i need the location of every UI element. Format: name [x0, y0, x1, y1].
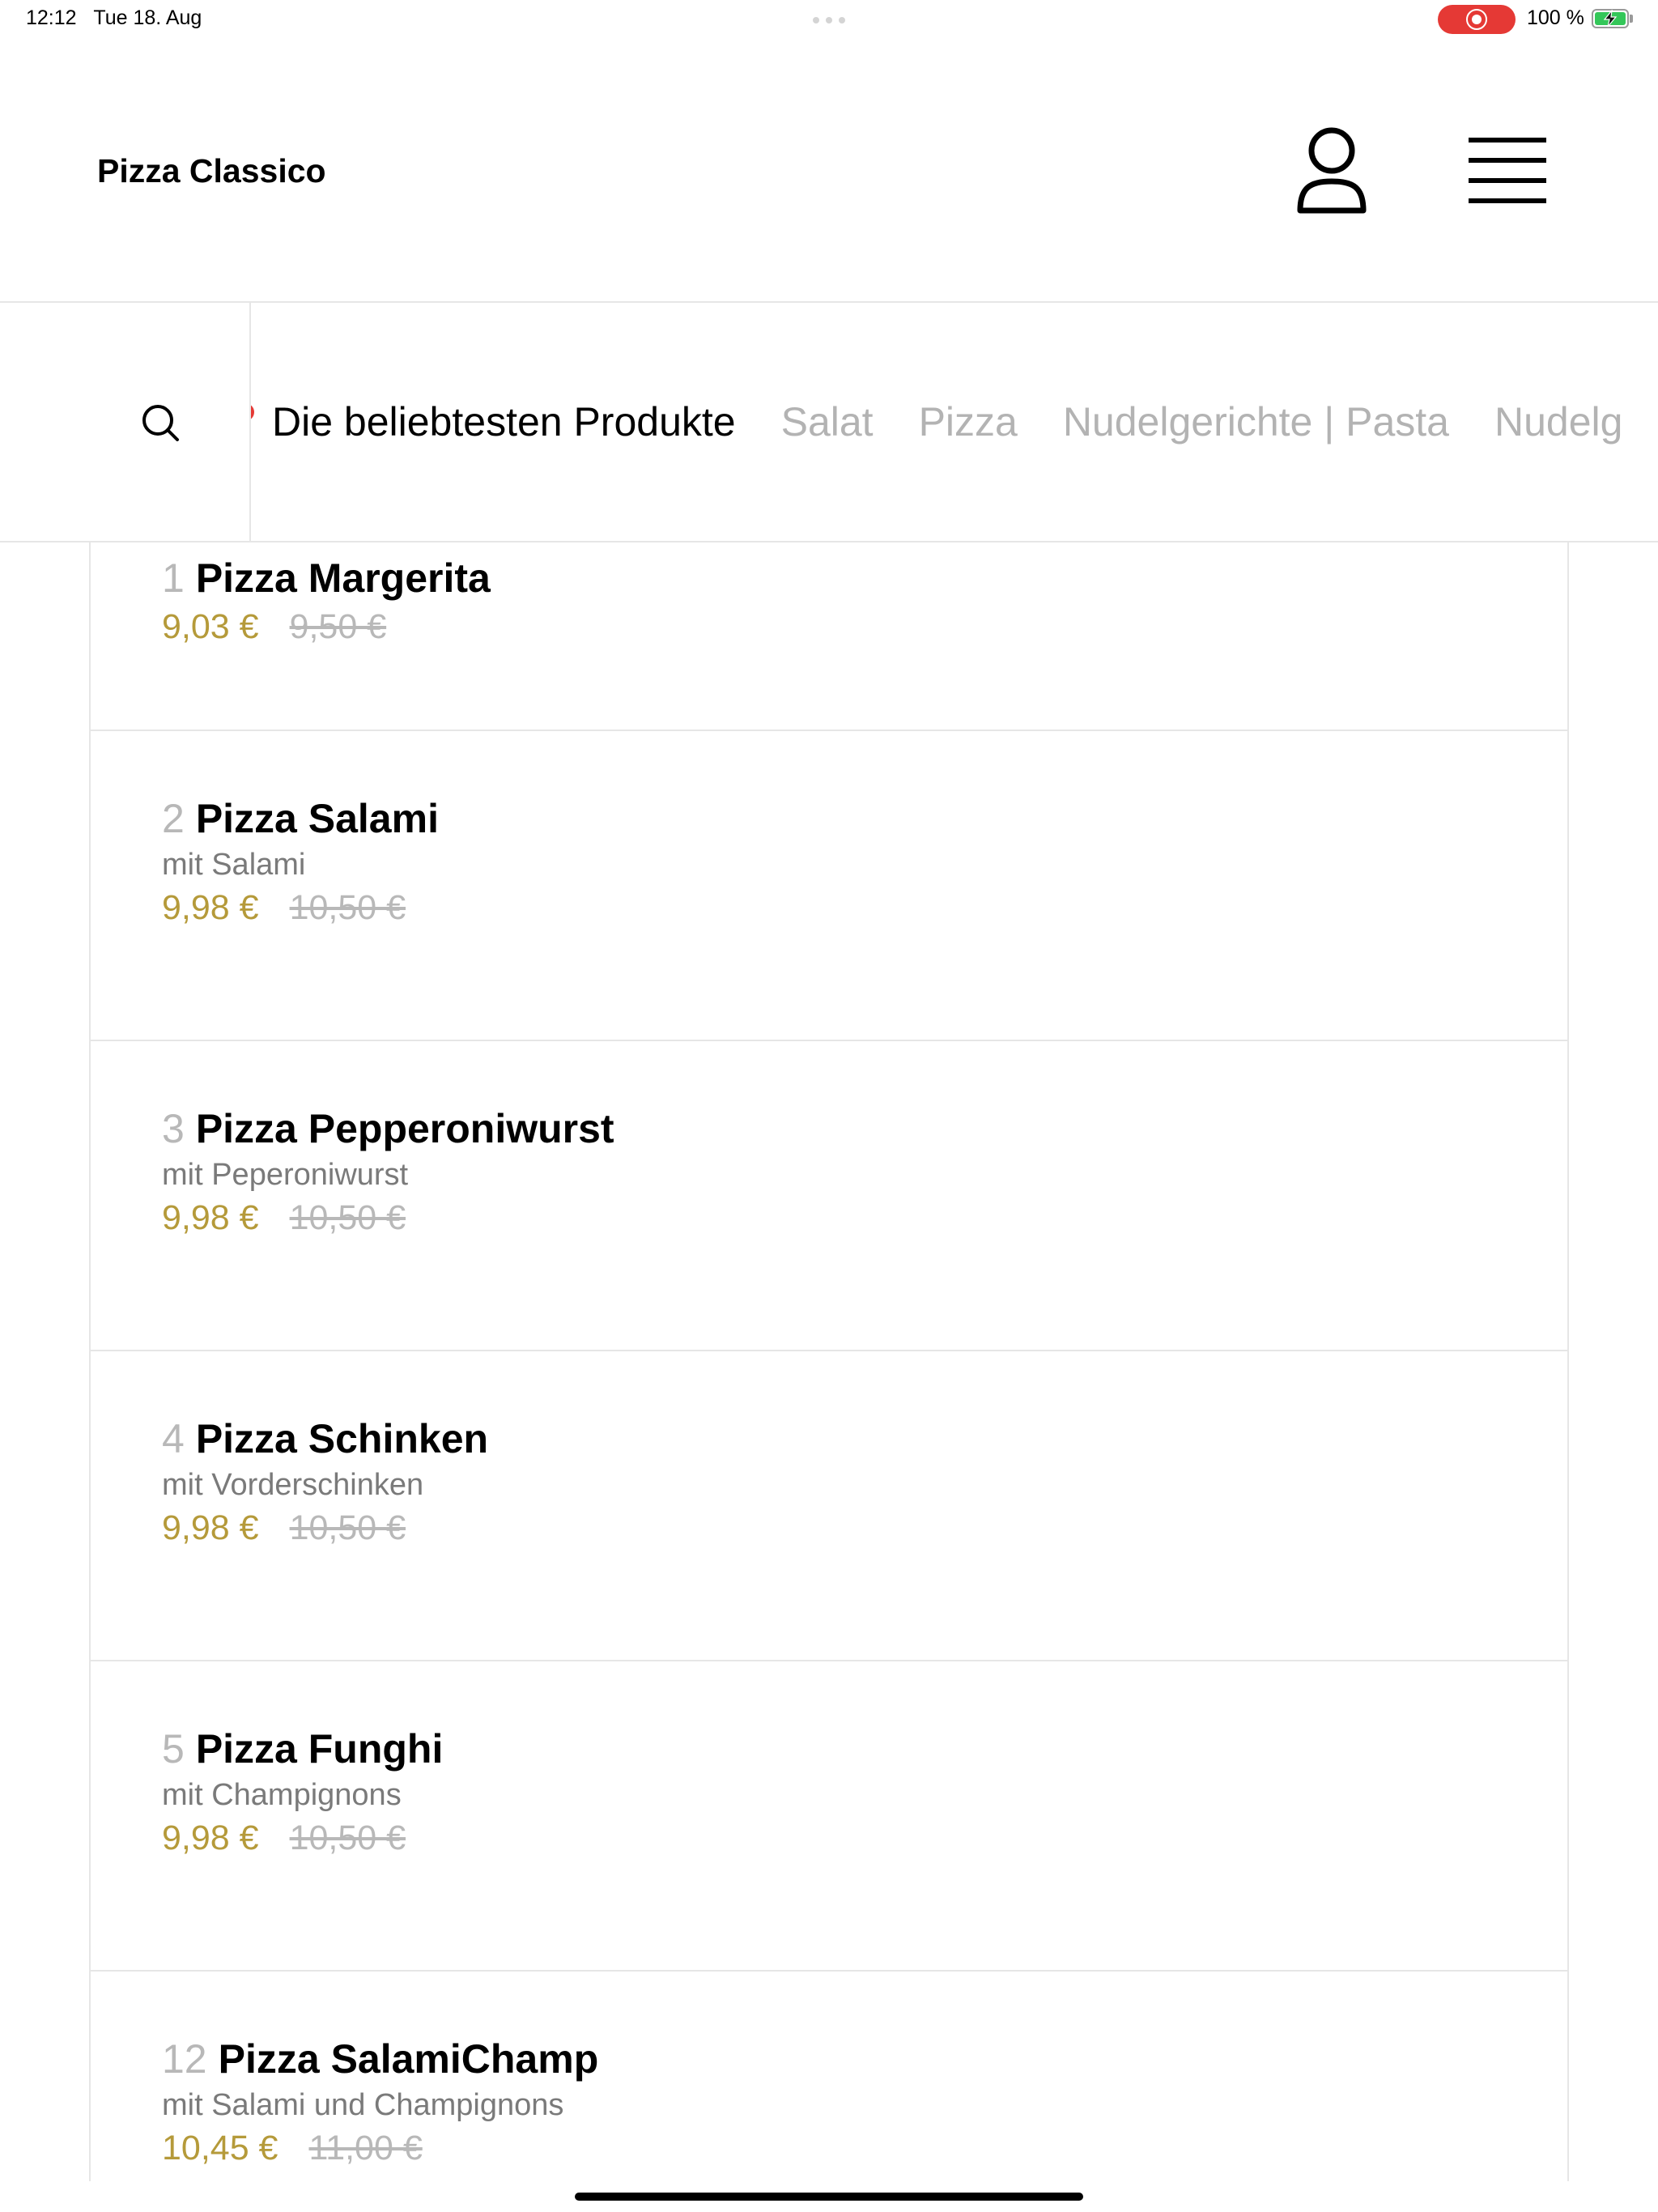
product-number: 1: [162, 555, 185, 601]
product-item[interactable]: 5 Pizza Funghi mit Champignons 9,98 € 10,5…: [91, 1661, 1567, 1972]
status-date: Tue 18. Aug: [93, 6, 202, 29]
product-name: Pizza Margerita: [195, 555, 491, 601]
product-number: 5: [162, 1726, 185, 1772]
product-item[interactable]: 1 Pizza Margerita 9,03 € 9,50 €: [91, 542, 1567, 731]
product-number: 12: [162, 2036, 207, 2082]
status-clock: 12:12: [26, 6, 77, 29]
tab-nudelg-partial[interactable]: Nudelg: [1494, 398, 1622, 445]
charging-bolt-icon: [1603, 10, 1618, 28]
tab-beliebteste-produkte[interactable]: Die beliebtesten Produkte: [272, 398, 736, 445]
product-old-price: 10,50 €: [289, 888, 406, 927]
status-time: 12:12 Tue 18. Aug: [26, 6, 202, 30]
tab-salat[interactable]: Salat: [781, 398, 874, 445]
product-description: mit Peperoniwurst: [162, 1158, 409, 1192]
home-indicator[interactable]: [575, 2193, 1083, 2201]
screen: 12:12 Tue 18. Aug 100 % Pizza Classico D…: [0, 0, 1658, 2212]
product-old-price: 10,50 €: [289, 1819, 406, 1857]
category-bar: Die beliebtesten Produkte Salat Pizza Nu…: [0, 303, 1658, 542]
product-item[interactable]: 12 Pizza SalamiChamp mit Salami und Champ…: [91, 1972, 1567, 2181]
product-price: 9,98 €: [162, 888, 259, 927]
product-description: mit Vorderschinken: [162, 1468, 424, 1502]
user-icon[interactable]: [1295, 126, 1368, 215]
multitasking-dots-icon[interactable]: [813, 17, 845, 23]
product-price: 9,98 €: [162, 1198, 259, 1237]
tab-nudelgerichte-pasta[interactable]: Nudelgerichte | Pasta: [1063, 398, 1449, 445]
product-price: 9,98 €: [162, 1508, 259, 1547]
product-name: Pizza SalamiChamp: [218, 2036, 599, 2082]
hamburger-menu-icon[interactable]: [1467, 136, 1548, 206]
search-icon: [142, 405, 179, 441]
product-price: 9,03 €: [162, 607, 259, 646]
search-button[interactable]: [0, 303, 251, 541]
product-description: mit Salami und Champignons: [162, 2088, 564, 2122]
product-number: 4: [162, 1416, 185, 1461]
product-old-price: 9,50 €: [289, 607, 387, 646]
battery-percentage: 100 %: [1527, 6, 1584, 29]
product-number: 2: [162, 796, 185, 841]
product-name: Pizza Schinken: [195, 1416, 489, 1461]
product-description: mit Salami: [162, 848, 306, 882]
product-price: 10,45 €: [162, 2129, 278, 2167]
shop-title: Pizza Classico: [97, 152, 326, 189]
product-number: 3: [162, 1106, 185, 1151]
product-old-price: 11,00 €: [308, 2129, 423, 2167]
product-list[interactable]: 1 Pizza Margerita 9,03 €9,50 € 2 Pizza Sal…: [89, 542, 1569, 2181]
product-old-price: 10,50 €: [289, 1198, 406, 1237]
product-name: Pizza Pepperoniwurst: [195, 1106, 614, 1151]
screen-recording-indicator[interactable]: [1438, 5, 1516, 34]
tab-pizza[interactable]: Pizza: [919, 398, 1018, 445]
product-name: Pizza Salami: [195, 796, 439, 841]
app-header: Pizza Classico: [0, 39, 1658, 303]
product-item[interactable]: 2 Pizza Salami mit Salami 9,98 € 10,50 €: [91, 731, 1567, 1041]
product-old-price: 10,50 €: [289, 1508, 406, 1547]
product-price: 9,98 €: [162, 1819, 259, 1857]
product-item[interactable]: 4 Pizza Schinken mit Vorderschinken 9,98 …: [91, 1351, 1567, 1661]
product-item[interactable]: 3 Pizza Pepperoniwurst mit Peperoniwurst …: [91, 1041, 1567, 1351]
product-name: Pizza Funghi: [195, 1726, 444, 1772]
category-tabs: Die beliebtesten Produkte Salat Pizza Nu…: [243, 303, 1658, 541]
status-bar: 12:12 Tue 18. Aug 100 %: [0, 0, 1658, 39]
product-description: mit Champignons: [162, 1778, 402, 1812]
